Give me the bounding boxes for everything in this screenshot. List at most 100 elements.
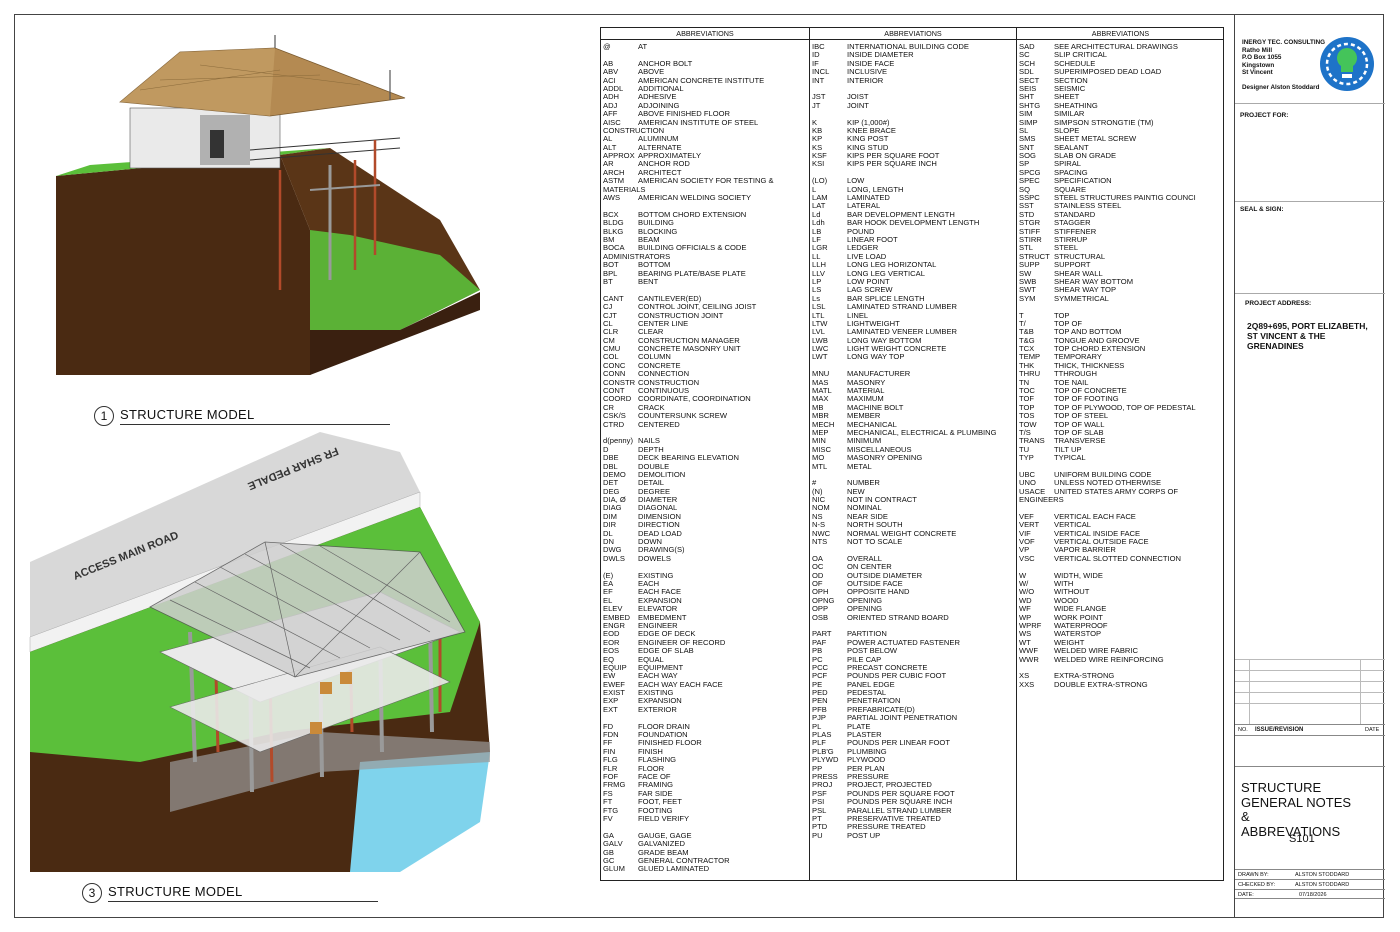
abbreviation-row: TOC TOP OF CONCRETE: [1019, 386, 1222, 396]
abbreviation-definition: WEIGHT: [1054, 638, 1085, 647]
abbreviation-row: SIM SIMILAR: [1019, 109, 1222, 119]
abbreviation-row: CONSTRUCTION: [603, 126, 807, 135]
abbreviation-definition: GLUED LAMINATED: [638, 865, 710, 874]
abbreviation-definition: CRACK: [638, 403, 665, 412]
abbreviation-row: LAT LATERAL: [812, 202, 1014, 211]
abbreviation-row: NTS NOT TO SCALE: [812, 537, 1014, 546]
abbreviation-definition: UNIFORM BUILDING CODE: [1054, 470, 1152, 479]
abbreviation-row: [812, 362, 1014, 370]
abbreviation-definition: LOW: [847, 177, 865, 186]
column-header: ABBREVIATIONS: [601, 28, 809, 40]
abbreviation-definition: CONCRETE: [638, 361, 681, 370]
abbreviation-definition: TRANSVERSE: [1054, 437, 1106, 446]
abbreviation-row: W WIDTH, WIDE: [1019, 571, 1222, 580]
abbreviation-definition: NORMAL WEIGHT CONCRETE: [847, 529, 957, 538]
abbreviation-definition: ANCHOR BOLT: [638, 59, 693, 68]
abbreviation-definition: DEPTH: [638, 445, 664, 454]
abbreviation-code: (LO): [812, 176, 828, 186]
abbreviation-code: EXT: [603, 704, 618, 714]
abbreviation-row: OD OUTSIDE DIAMETER: [812, 571, 1014, 580]
abbreviation-code: DWLS: [603, 553, 625, 563]
abbreviation-definition: DIAGONAL: [638, 504, 678, 513]
abbreviation-definition: ARCHITECT: [638, 168, 682, 177]
abbreviation-row: PED PEDESTAL: [812, 688, 1014, 697]
structure-model-view-1: [56, 35, 480, 375]
abbreviation-definition: MAXIMUM: [847, 395, 884, 404]
abbreviation-definition: CONNECTION: [638, 370, 690, 379]
abbreviation-row: CANT CANTILEVER(ED): [603, 294, 807, 303]
abbreviation-row: CLR CLEAR: [603, 327, 807, 336]
abbreviation-definition: STEEL: [1054, 244, 1079, 253]
abbreviation-row: TOW TOP OF WALL: [1019, 420, 1222, 429]
abbreviation-row: SW SHEAR WALL: [1019, 269, 1222, 278]
abbreviation-definition: CONTINUOUS: [638, 387, 690, 396]
abbreviation-definition: VERTICAL INSIDE FACE: [1054, 529, 1141, 538]
abbreviation-definition: INTERNATIONAL BUILDING CODE: [847, 43, 969, 51]
abbreviation-definition: OVERALL: [847, 554, 883, 563]
abbreviation-row: @ AT: [603, 42, 807, 51]
abbreviation-row: DBE DECK BEARING ELEVATION: [603, 453, 807, 462]
abbreviation-row: WP WORK POINT: [1019, 613, 1222, 622]
abbreviation-definition: VERTICAL OUTSIDE FACE: [1054, 538, 1149, 547]
abbreviation-row: [1019, 303, 1222, 311]
abbreviation-definition: ANCHOR ROD: [638, 160, 690, 169]
sheet-title-section: STRUCTURE GENERAL NOTES & ABBREVATIONS S…: [1235, 766, 1385, 866]
drawn-by-row: DRAWN BY: ALSTON STODDARD: [1235, 869, 1385, 879]
abbreviation-row: MECH MECHANICAL: [812, 420, 1014, 429]
abbreviation-definition: TOP: [1054, 311, 1070, 320]
abbreviation-row: [603, 286, 807, 294]
abbreviation-row: PSF POUNDS PER SQUARE FOOT: [812, 789, 1014, 798]
abbreviation-definition: LINEL: [847, 311, 869, 320]
abbreviations-list: @ AT AB ANCHOR BOLT ABV ABOVE ACI AMERICAN CONC…: [601, 40, 809, 874]
abbreviation-definition: NUMBER: [847, 479, 880, 488]
abbreviation-row: PE PANEL EDGE: [812, 680, 1014, 689]
abbreviation-row: [1019, 463, 1222, 471]
abbreviation-row: PAF POWER ACTUATED FASTENER: [812, 638, 1014, 647]
checked-by-value: ALSTON STODDARD: [1295, 882, 1350, 888]
abbreviation-definition: TOP OF CONCRETE: [1054, 387, 1127, 396]
abbreviation-definition: WIDE FLANGE: [1054, 605, 1107, 614]
abbreviation-row: SDL SUPERIMPOSED DEAD LOAD: [1019, 67, 1222, 76]
abbreviation-row: WPRF WATERPROOF: [1019, 621, 1222, 630]
abbreviation-row: EA EACH: [603, 579, 807, 588]
abbreviation-definition: OPENING: [847, 605, 883, 614]
abbreviation-definition: ELEVATOR: [638, 605, 678, 614]
abbreviation-definition: FINISH: [638, 747, 663, 756]
abbreviation-definition: UNITED STATES ARMY CORPS OF: [1054, 487, 1179, 496]
abbreviation-definition: [847, 471, 1014, 479]
abbreviation-row: ADDL ADDITIONAL: [603, 84, 807, 93]
abbreviation-definition: SPACING: [1054, 168, 1088, 177]
abbreviation-definition: PROJECT, PROJECTED: [847, 781, 932, 790]
abbreviation-definition: TOP OF WALL: [1054, 420, 1105, 429]
abbreviation-definition: LIGHTWEIGHT: [847, 319, 900, 328]
checked-by-row: CHECKED BY: ALSTON STODDARD: [1235, 879, 1385, 889]
abbreviation-definition: MASONRY: [847, 378, 886, 387]
revision-row: [1235, 681, 1385, 692]
abbreviation-row: PFB PREFABRICATE(D): [812, 705, 1014, 714]
abbreviation-definition: PILE CAP: [847, 655, 882, 664]
abbreviation-row: SAD SEE ARCHITECTURAL DRAWINGS: [1019, 42, 1222, 51]
title-block: INERGY TEC. CONSULTING Ratho Mill P.O Bo…: [1234, 14, 1385, 918]
abbreviation-definition: DOWELS: [638, 554, 671, 563]
abbreviation-code: @: [603, 42, 611, 51]
abbreviation-row: AFF ABOVE FINISHED FLOOR: [603, 109, 807, 118]
company-line: Kingstown: [1242, 61, 1275, 69]
abbreviation-definition: DOUBLE EXTRA-STRONG: [1054, 680, 1148, 689]
abbreviation-row: K KIP (1,000#): [812, 118, 1014, 127]
abbreviation-row: LTL LINEL: [812, 311, 1014, 320]
abbreviation-definition: BAR DEVELOPMENT LENGTH: [847, 210, 955, 219]
abbreviation-row: [812, 110, 1014, 118]
column-header: ABBREVIATIONS: [1017, 28, 1224, 40]
abbreviation-row: FTG FOOTING: [603, 806, 807, 815]
abbreviation-definition: EXPANSION: [638, 697, 682, 706]
abbreviation-definition: SIMILAR: [1054, 110, 1085, 119]
company-line: P.O Box 1055: [1242, 54, 1282, 61]
abbreviation-row: NS NEAR SIDE: [812, 512, 1014, 521]
abbreviation-row: VERT VERTICAL: [1019, 520, 1222, 529]
revision-header: NO. ISSUE/REVISION DATE: [1235, 724, 1385, 736]
abbreviation-row: MTL METAL: [812, 462, 1014, 471]
abbreviation-definition: SHEAR WALL: [1054, 269, 1103, 278]
abbreviation-row: TU TILT UP: [1019, 445, 1222, 454]
abbreviation-definition: KIPS PER SQUARE FOOT: [847, 152, 940, 161]
abbreviation-row: DEG DEGREE: [603, 487, 807, 496]
